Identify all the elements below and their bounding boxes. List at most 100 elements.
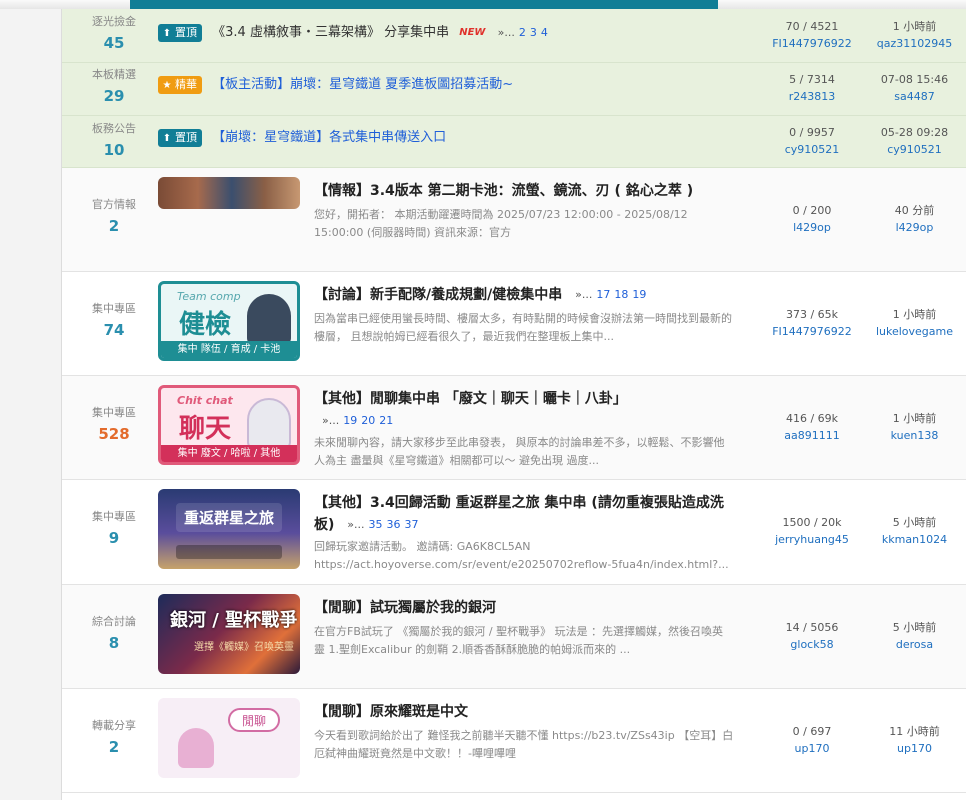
category-count: 45 <box>103 34 125 52</box>
page-link[interactable]: 2 <box>519 26 526 39</box>
topic-row[interactable]: 集中專區 74 Team comp 健檢 集中 隊伍 / 育成 / 卡池 【討論… <box>62 272 966 376</box>
tab-strip <box>130 0 718 9</box>
page-link[interactable]: 37 <box>405 518 419 531</box>
title-line: ⬆ 置頂 【崩壞：星穹鐵道】各式集中串傳送入口 <box>158 128 446 149</box>
category-name: 逐光撿金 <box>92 15 136 28</box>
category-count: 10 <box>103 141 125 159</box>
category-name: 板務公告 <box>92 122 136 135</box>
author-link[interactable]: l429op <box>742 219 882 236</box>
category-cell[interactable]: 轉載分享 2 <box>62 719 166 757</box>
author-link[interactable]: glock58 <box>742 636 882 653</box>
page-link[interactable]: 19 <box>632 288 646 301</box>
page-link[interactable]: 21 <box>379 414 393 427</box>
topic-thumbnail[interactable]: 重返群星之旅 <box>158 489 300 569</box>
thumbnail-caption: Chit chat <box>177 394 233 407</box>
author-link[interactable]: r243813 <box>742 88 882 105</box>
page-link[interactable]: 18 <box>614 288 628 301</box>
author-link[interactable]: up170 <box>742 740 882 757</box>
page-link[interactable]: 17 <box>596 288 610 301</box>
topic-row[interactable]: 集中專區 9 重返群星之旅 【其他】3.4回歸活動 重返群星之旅 集中串 (請勿… <box>62 480 966 585</box>
pinned-badge: ⬆ 置頂 <box>158 24 202 42</box>
topic-row[interactable]: 官方情報 2 【情報】3.4版本 第二期卡池：流螢、鏡流、刃 ( 銘心之萃 ) … <box>62 168 966 272</box>
stats-cell: 70 / 4521 FI1447976922 <box>742 18 882 52</box>
category-cell[interactable]: 綜合討論 8 <box>62 615 166 653</box>
last-reply-user[interactable]: sa4487 <box>862 88 966 105</box>
category-count: 2 <box>108 217 120 235</box>
reply-view-count: 14 / 5056 <box>785 621 839 634</box>
topic-title-link[interactable]: 【其他】閒聊集中串 「廢文｜聊天｜曬卡｜八卦」 <box>314 391 627 407</box>
last-reply-user[interactable]: cy910521 <box>862 141 966 158</box>
last-reply-user[interactable]: kkman1024 <box>862 531 966 548</box>
topic-row[interactable]: 轉載分享 2 閒聊 【閒聊】原來耀斑是中文 今天看到歌詞給於出了 難怪我之前聽半… <box>62 689 966 793</box>
page-links: »... 19 20 21 <box>322 414 394 427</box>
last-reply-user[interactable]: kuen138 <box>862 427 966 444</box>
last-reply-user[interactable]: qaz31102945 <box>862 35 966 52</box>
reply-view-count: 5 / 7314 <box>789 73 835 86</box>
author-link[interactable]: cy910521 <box>742 141 882 158</box>
reply-view-count: 373 / 65k <box>785 308 839 321</box>
category-cell[interactable]: 本板精選 29 <box>62 68 166 106</box>
page-link[interactable]: 3 <box>530 26 537 39</box>
author-link[interactable]: FI1447976922 <box>742 35 882 52</box>
topic-thumbnail[interactable] <box>158 177 300 209</box>
last-reply-user[interactable]: derosa <box>862 636 966 653</box>
pinned-row[interactable]: 本板精選 29 ★ 精華 【板主活動】崩壞：星穹鐵道 夏季進板圖招募活動~ 5 /… <box>62 63 966 116</box>
category-cell[interactable]: 集中專區 9 <box>62 510 166 548</box>
last-reply-user[interactable]: lukelovegame <box>862 323 966 340</box>
topic-summary: 在官方FB試玩了 《獨屬於我的銀河 / 聖杯戰爭》 玩法是 ：先選擇觸媒，然後召… <box>314 625 724 656</box>
last-reply-time: 1 小時前 <box>892 412 937 425</box>
category-name: 集中專區 <box>92 406 136 419</box>
pinned-row[interactable]: 逐光撿金 45 ⬆ 置頂 《3.4 虛構敘事・三幕架構》 分享集中串 NEW ».… <box>62 9 966 63</box>
page-link[interactable]: 20 <box>361 414 375 427</box>
author-link[interactable]: FI1447976922 <box>742 323 882 340</box>
pinned-row[interactable]: 板務公告 10 ⬆ 置頂 【崩壞：星穹鐵道】各式集中串傳送入口 0 / 9957 … <box>62 116 966 168</box>
thumbnail-title: 聊天 <box>179 414 232 444</box>
last-reply-user[interactable]: l429op <box>862 219 966 236</box>
page-links: »... 35 36 37 <box>347 518 419 531</box>
topic-thumbnail[interactable]: Chit chat 聊天 集中 廢文 / 哈啦 / 其他 <box>158 385 300 465</box>
category-cell[interactable]: 逐光撿金 45 <box>62 15 166 53</box>
reply-view-count: 1500 / 20k <box>782 516 842 529</box>
last-reply-cell: 11 小時前 up170 <box>862 723 966 757</box>
page-link[interactable]: 19 <box>343 414 357 427</box>
page-link[interactable]: 36 <box>387 518 401 531</box>
author-link[interactable]: jerryhuang45 <box>742 531 882 548</box>
category-cell[interactable]: 集中專區 528 <box>62 406 166 444</box>
topic-thumbnail[interactable]: Team comp 健檢 集中 隊伍 / 育成 / 卡池 <box>158 281 300 361</box>
last-reply-cell: 07-08 15:46 sa4487 <box>862 71 966 105</box>
top-bar <box>0 0 966 9</box>
page-link[interactable]: 35 <box>369 518 383 531</box>
thumbnail-title: 重返群星之旅 <box>176 503 282 532</box>
stats-cell: 416 / 69k aa891111 <box>742 410 882 444</box>
topic-thumbnail[interactable]: 閒聊 <box>158 698 300 778</box>
page-link[interactable]: 4 <box>541 26 548 39</box>
topic-title-link[interactable]: 【板主活動】崩壞：星穹鐵道 夏季進板圖招募活動~ <box>212 77 513 92</box>
thumbnail-footer: 集中 廢文 / 哈啦 / 其他 <box>161 445 297 462</box>
topic-thumbnail[interactable]: 銀河 / 聖杯戰爭 選擇《觸媒》召喚英靈 <box>158 594 300 674</box>
category-cell[interactable]: 板務公告 10 <box>62 122 166 160</box>
pinned-badge: ⬆ 置頂 <box>158 129 202 147</box>
arrow-up-icon: ⬆ <box>162 28 172 39</box>
category-cell[interactable]: 集中專區 74 <box>62 302 166 340</box>
topic-title-link[interactable]: 《3.4 虛構敘事・三幕架構》 分享集中串 <box>212 25 449 40</box>
thumbnail-title: 閒聊 <box>228 708 280 732</box>
stats-cell: 5 / 7314 r243813 <box>742 71 882 105</box>
last-reply-time: 1 小時前 <box>892 308 937 321</box>
last-reply-cell: 40 分前 l429op <box>862 202 966 236</box>
topic-title-link[interactable]: 【閒聊】原來耀斑是中文 <box>314 701 744 723</box>
topic-row[interactable]: 集中專區 528 Chit chat 聊天 集中 廢文 / 哈啦 / 其他 【其… <box>62 376 966 480</box>
reply-view-count: 0 / 697 <box>792 725 832 738</box>
last-reply-user[interactable]: up170 <box>862 740 966 757</box>
author-link[interactable]: aa891111 <box>742 427 882 444</box>
category-cell[interactable]: 官方情報 2 <box>62 198 166 236</box>
thumbnail-caption: Team comp <box>177 290 241 303</box>
topic-title-link[interactable]: 【討論】新手配隊/養成規劃/健檢集中串 <box>314 287 562 303</box>
topic-title-link[interactable]: 【崩壞：星穹鐵道】各式集中串傳送入口 <box>212 130 446 145</box>
topic-summary: 回歸玩家邀請活動。 邀請碼: GA6K8CL5AN https://act.ho… <box>314 540 729 571</box>
last-reply-time: 5 小時前 <box>892 516 937 529</box>
topic-row[interactable]: 綜合討論 8 銀河 / 聖杯戰爭 選擇《觸媒》召喚英靈 【閒聊】試玩獨屬於我的銀… <box>62 585 966 689</box>
topic-title: 【其他】3.4回歸活動 重返群星之旅 集中串 (請勿重複張貼造成洗板) »...… <box>314 492 744 536</box>
topic-title-link[interactable]: 【情報】3.4版本 第二期卡池：流螢、鏡流、刃 ( 銘心之萃 ) <box>314 180 744 202</box>
category-name: 綜合討論 <box>92 615 136 628</box>
topic-title-link[interactable]: 【閒聊】試玩獨屬於我的銀河 <box>314 597 744 619</box>
